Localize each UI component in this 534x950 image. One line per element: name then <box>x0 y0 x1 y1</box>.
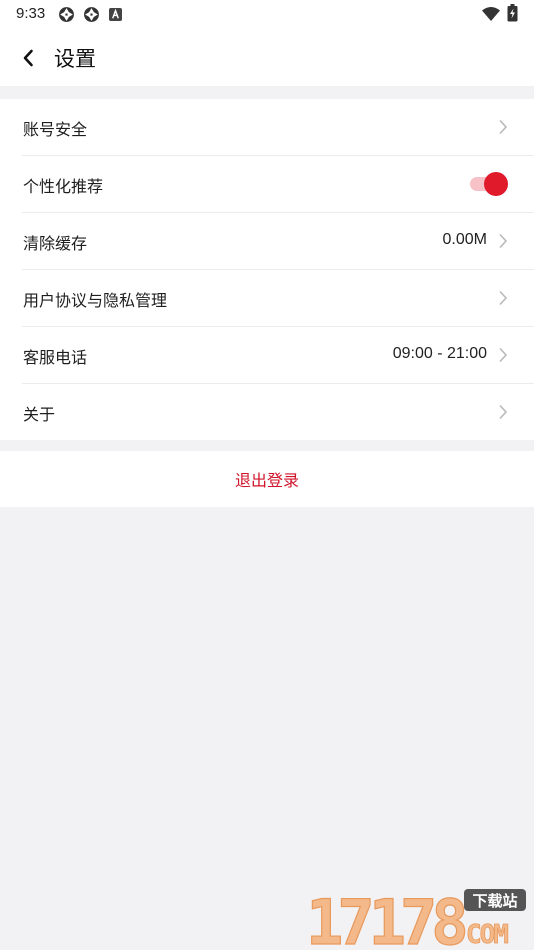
page-title: 设置 <box>54 47 96 71</box>
row-label: 客服电话 <box>23 348 88 367</box>
back-button[interactable] <box>12 42 44 74</box>
logout-button[interactable]: 退出登录 <box>0 451 534 507</box>
watermark-number: 17178 <box>306 886 465 948</box>
settings-row-customer-service-phone[interactable]: 客服电话 09:00 - 21:00 <box>22 327 534 384</box>
watermark-logo: 17178 下载站 COM <box>305 886 526 948</box>
service-hours-value: 09:00 - 21:00 <box>392 345 487 362</box>
settings-row-user-agreement-privacy[interactable]: 用户协议与隐私管理 <box>22 270 534 327</box>
toggle-thumb <box>484 172 508 196</box>
chevron-right-icon <box>499 290 508 306</box>
status-time: 9:33 <box>16 5 46 22</box>
watermark-badge: 下载站 <box>472 892 517 910</box>
chevron-right-icon <box>499 347 508 363</box>
personalization-toggle[interactable] <box>470 172 508 196</box>
settings-list: 账号安全 个性化推荐 清除缓存 0.00M 用户协议与隐私管理 客服电话 09:… <box>0 99 534 440</box>
chevron-left-icon <box>23 49 33 67</box>
settings-row-clear-cache[interactable]: 清除缓存 0.00M <box>22 213 534 270</box>
logout-section: 退出登录 <box>0 451 534 507</box>
row-label: 账号安全 <box>23 120 88 139</box>
settings-row-account-security[interactable]: 账号安全 <box>22 99 534 156</box>
row-label: 个性化推荐 <box>23 177 104 196</box>
header: 设置 <box>0 30 534 86</box>
chevron-right-icon <box>499 404 508 420</box>
status-bar: 9:33 <box>0 0 534 30</box>
watermark-suffix: COM <box>466 920 508 948</box>
chevron-right-icon <box>499 233 508 249</box>
battery-icon <box>507 4 518 22</box>
aperture-icon <box>59 7 74 22</box>
wifi-icon <box>482 7 500 21</box>
settings-row-about[interactable]: 关于 <box>22 384 534 440</box>
aperture-icon <box>84 7 99 22</box>
cache-size-value: 0.00M <box>442 231 487 248</box>
chevron-right-icon <box>499 119 508 135</box>
row-label: 关于 <box>23 405 56 424</box>
row-label: 用户协议与隐私管理 <box>23 291 168 310</box>
row-label: 清除缓存 <box>23 234 88 253</box>
text-a-icon <box>109 8 122 21</box>
settings-row-personalized-recommendation: 个性化推荐 <box>22 156 534 213</box>
